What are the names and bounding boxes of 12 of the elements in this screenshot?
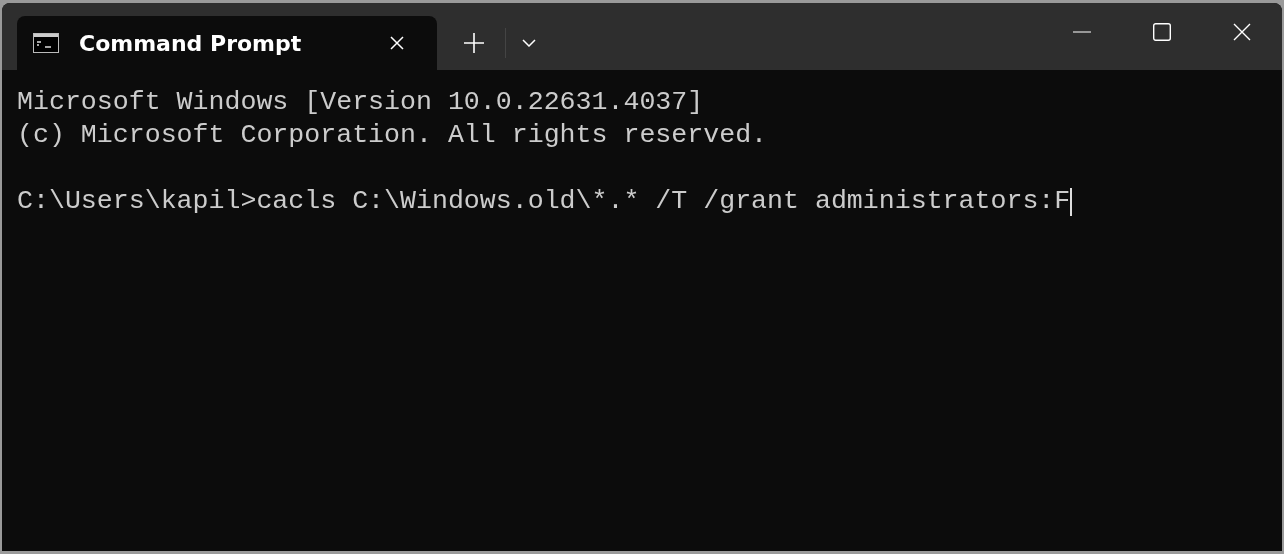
- plus-icon: [463, 32, 485, 54]
- terminal-icon: [33, 33, 59, 53]
- tab[interactable]: Command Prompt: [17, 16, 437, 70]
- close-icon: [1233, 22, 1251, 41]
- close-icon: [389, 35, 405, 51]
- chevron-down-icon: [522, 39, 536, 47]
- tab-title: Command Prompt: [79, 30, 303, 56]
- minimize-icon: [1073, 30, 1091, 33]
- output-line: (c) Microsoft Corporation. All rights reserved.: [17, 119, 769, 152]
- output-line: Microsoft Windows [Version 10.0.22631.4037]: [17, 86, 705, 119]
- maximize-icon: [1153, 22, 1171, 41]
- command-line: C:\Users\kapil>cacls C:\Windows.old\*.* /T /grant administrators:F: [17, 185, 1071, 218]
